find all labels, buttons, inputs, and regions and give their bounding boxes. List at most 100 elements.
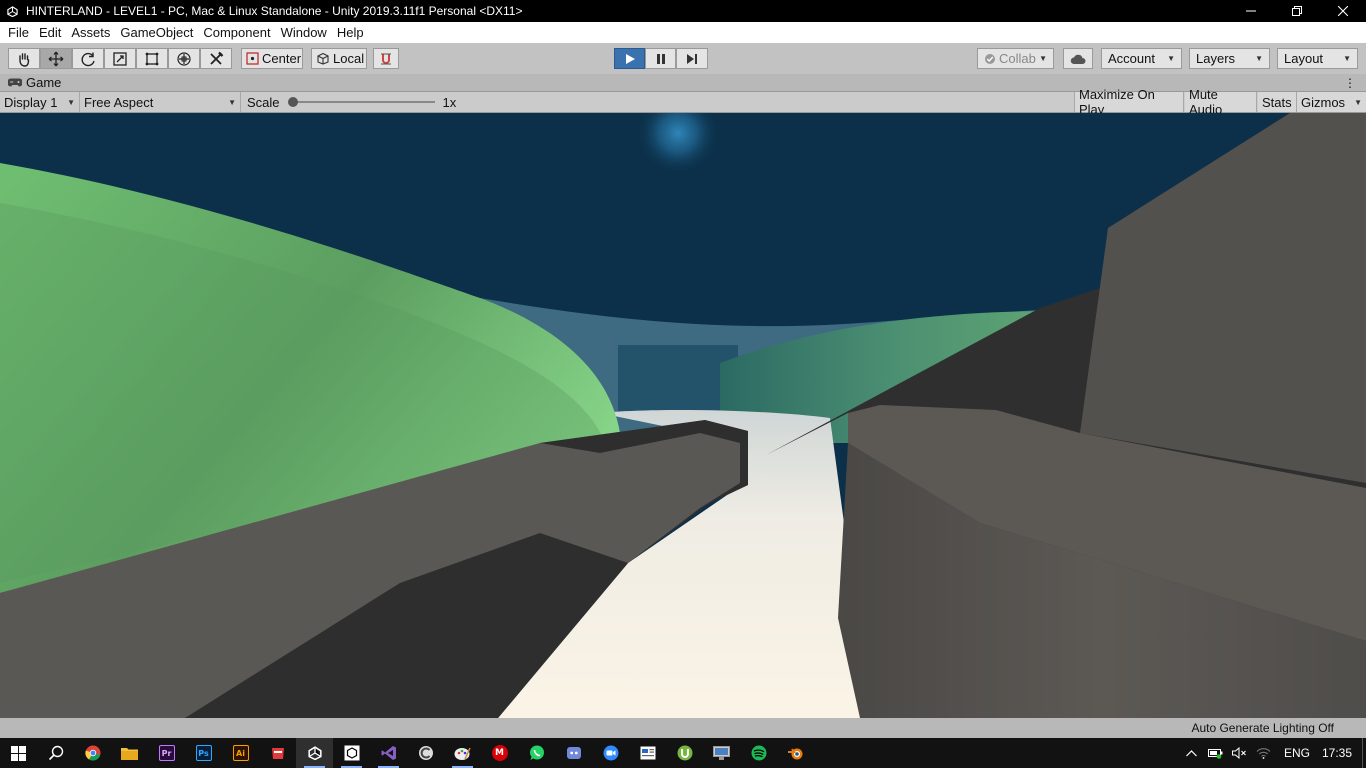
pause-icon	[655, 53, 667, 65]
rect-tool-button[interactable]	[136, 48, 168, 69]
paint-icon[interactable]	[444, 738, 481, 768]
pivot-center-icon	[246, 52, 259, 65]
remote-desktop-icon[interactable]	[703, 738, 740, 768]
premiere-icon[interactable]: Pr	[148, 738, 185, 768]
storage-app-icon[interactable]	[259, 738, 296, 768]
menu-component[interactable]: Component	[198, 22, 275, 43]
gizmos-dropdown[interactable]: Gizmos ▼	[1297, 92, 1366, 112]
window-titlebar: HINTERLAND - LEVEL1 - PC, Mac & Linux St…	[0, 0, 1366, 22]
chevron-up-icon[interactable]	[1180, 749, 1204, 757]
menu-bar: File Edit Assets GameObject Component Wi…	[0, 22, 1366, 43]
window-title: HINTERLAND - LEVEL1 - PC, Mac & Linux St…	[26, 4, 523, 18]
rotate-icon	[80, 51, 96, 67]
wifi-icon[interactable]	[1252, 747, 1276, 759]
collab-check-icon	[984, 53, 996, 65]
scale-tool-button[interactable]	[104, 48, 136, 69]
menu-help[interactable]: Help	[332, 22, 369, 43]
menu-edit[interactable]: Edit	[34, 22, 66, 43]
aspect-value: Free Aspect	[84, 94, 154, 110]
hand-icon	[16, 51, 32, 67]
whatsapp-icon[interactable]	[518, 738, 555, 768]
show-desktop-strip[interactable]	[1362, 738, 1366, 768]
step-button[interactable]	[676, 48, 708, 69]
language-indicator[interactable]: ENG	[1284, 746, 1310, 760]
scale-slider-thumb[interactable]	[287, 97, 298, 107]
pause-button[interactable]	[645, 48, 676, 69]
start-icon[interactable]	[0, 738, 37, 768]
utorrent-icon[interactable]	[666, 738, 703, 768]
snap-settings-button[interactable]	[373, 48, 399, 69]
cloud-icon	[1070, 53, 1086, 65]
search-icon[interactable]	[37, 738, 74, 768]
hand-tool-button[interactable]	[8, 48, 40, 69]
scale-icon	[112, 51, 128, 67]
aspect-select[interactable]: Free Aspect ▼	[80, 92, 241, 112]
display-select[interactable]: Display 1 ▼	[0, 92, 80, 112]
file-explorer-icon[interactable]	[111, 738, 148, 768]
display-value: Display 1	[4, 94, 58, 110]
game-scene	[0, 113, 1366, 718]
maximize-on-play-toggle[interactable]: Maximize On Play	[1074, 87, 1184, 117]
chevron-down-icon: ▼	[1255, 54, 1263, 63]
clock[interactable]: 17:35	[1322, 746, 1352, 760]
unity-hub-icon[interactable]	[333, 738, 370, 768]
scale-slider[interactable]	[287, 95, 435, 109]
custom-tools-button[interactable]	[200, 48, 232, 69]
play-icon	[624, 53, 636, 65]
mute-audio-toggle[interactable]: Mute Audio	[1185, 87, 1257, 117]
close-button[interactable]	[1320, 0, 1366, 22]
more-options-icon[interactable]: ⋮	[1344, 76, 1356, 90]
rect-transform-icon	[144, 51, 160, 67]
scale-slider-track	[288, 101, 435, 103]
system-tray: ENG 17:35	[1180, 738, 1366, 768]
unity-logo-icon	[4, 3, 20, 19]
account-dropdown[interactable]: Account ▼	[1101, 48, 1182, 69]
battery-icon[interactable]	[1204, 747, 1228, 759]
pivot-space-label: Local	[333, 51, 365, 66]
chevron-down-icon: ▼	[1039, 54, 1047, 63]
chrome-icon[interactable]	[74, 738, 111, 768]
layout-label: Layout	[1284, 51, 1324, 66]
restore-button[interactable]	[1274, 0, 1320, 22]
illustrator-icon[interactable]: Ai	[222, 738, 259, 768]
chevron-down-icon: ▼	[1354, 97, 1362, 107]
spotify-icon[interactable]	[740, 738, 777, 768]
pivot-space-button[interactable]: Local	[311, 48, 367, 69]
menu-file[interactable]: File	[3, 22, 34, 43]
news-app-icon[interactable]	[629, 738, 666, 768]
visual-studio-icon[interactable]	[370, 738, 407, 768]
taskbar: Pr Ps Ai M ENG 17:35	[0, 738, 1366, 768]
menu-gameobject[interactable]: GameObject	[115, 22, 198, 43]
chevron-down-icon: ▼	[1167, 54, 1175, 63]
move-tool-button[interactable]	[40, 48, 72, 69]
minimize-button[interactable]	[1228, 0, 1274, 22]
pivot-center-button[interactable]: Center	[241, 48, 303, 69]
cloud-services-button[interactable]	[1063, 48, 1093, 69]
unity-icon[interactable]	[296, 738, 333, 768]
account-label: Account	[1108, 51, 1155, 66]
layers-dropdown[interactable]: Layers ▼	[1189, 48, 1270, 69]
zoom-icon[interactable]	[592, 738, 629, 768]
menu-window[interactable]: Window	[276, 22, 332, 43]
volume-muted-icon[interactable]	[1228, 747, 1252, 759]
collab-dropdown[interactable]: Collab ▼	[977, 48, 1054, 69]
play-button[interactable]	[614, 48, 645, 69]
stats-toggle[interactable]: Stats	[1258, 92, 1297, 112]
status-bar: Auto Generate Lighting Off	[0, 718, 1366, 738]
gizmos-label: Gizmos	[1301, 94, 1346, 110]
ccleaner-icon[interactable]	[407, 738, 444, 768]
mega-icon[interactable]: M	[481, 738, 518, 768]
discord-icon[interactable]	[555, 738, 592, 768]
game-viewport[interactable]	[0, 113, 1366, 718]
pivot-center-label: Center	[262, 51, 302, 66]
chevron-down-icon: ▼	[228, 97, 236, 107]
scale-control: Scale 1x	[243, 92, 483, 112]
menu-assets[interactable]: Assets	[66, 22, 115, 43]
photoshop-icon[interactable]: Ps	[185, 738, 222, 768]
transform-gizmo-icon	[176, 51, 192, 67]
rotate-tool-button[interactable]	[72, 48, 104, 69]
blender-icon[interactable]	[777, 738, 814, 768]
layout-dropdown[interactable]: Layout ▼	[1277, 48, 1358, 69]
tab-game[interactable]: Game	[0, 75, 61, 90]
transform-tool-button[interactable]	[168, 48, 200, 69]
